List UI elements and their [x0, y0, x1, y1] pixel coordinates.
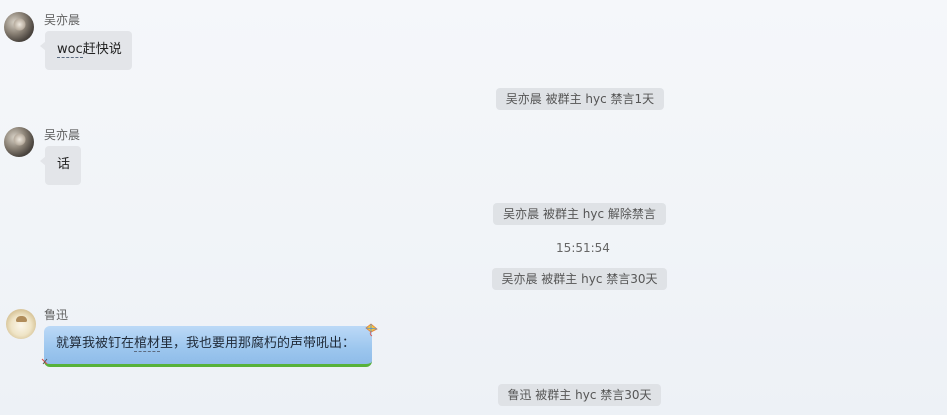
sender-name: 吴亦晨: [44, 13, 81, 27]
message-text: 就算我被钉在: [56, 336, 135, 351]
avatar[interactable]: [4, 12, 34, 42]
message-text-keyword[interactable]: woc: [57, 42, 83, 58]
sender-name: 鲁迅: [44, 308, 69, 322]
sender-name: 吴亦晨: [44, 128, 81, 142]
avatar[interactable]: [4, 127, 34, 157]
message-bubble[interactable]: woc赶快说: [40, 31, 132, 70]
system-notice: 鲁迅 被群主 hyc 禁言30天: [498, 384, 661, 406]
bubble-corner-decoration-icon: [41, 358, 48, 365]
message-bubble[interactable]: 话: [40, 146, 81, 185]
system-notice: 吴亦晨 被群主 hyc 禁言30天: [492, 268, 667, 290]
system-notice: 吴亦晨 被群主 hyc 解除禁言: [493, 203, 666, 225]
avatar[interactable]: [6, 309, 36, 339]
message-text: 里，我也要用那腐朽的声带吼出：: [160, 336, 356, 351]
chat-message-area[interactable]: 吴亦晨 woc赶快说 吴亦晨 被群主 hyc 禁言1天 吴亦晨 话 吴亦晨 被群…: [0, 0, 947, 415]
message-text: 赶快说: [82, 42, 122, 57]
message-text: 话: [57, 157, 71, 172]
system-notice: 吴亦晨 被群主 hyc 禁言1天: [496, 88, 664, 110]
message-text-keyword[interactable]: 棺材: [134, 336, 161, 352]
message-timestamp: 15:51:54: [556, 241, 610, 255]
kite-icon: [365, 323, 378, 337]
message-bubble-special[interactable]: 就算我被钉在棺材里，我也要用那腐朽的声带吼出：: [44, 326, 372, 367]
